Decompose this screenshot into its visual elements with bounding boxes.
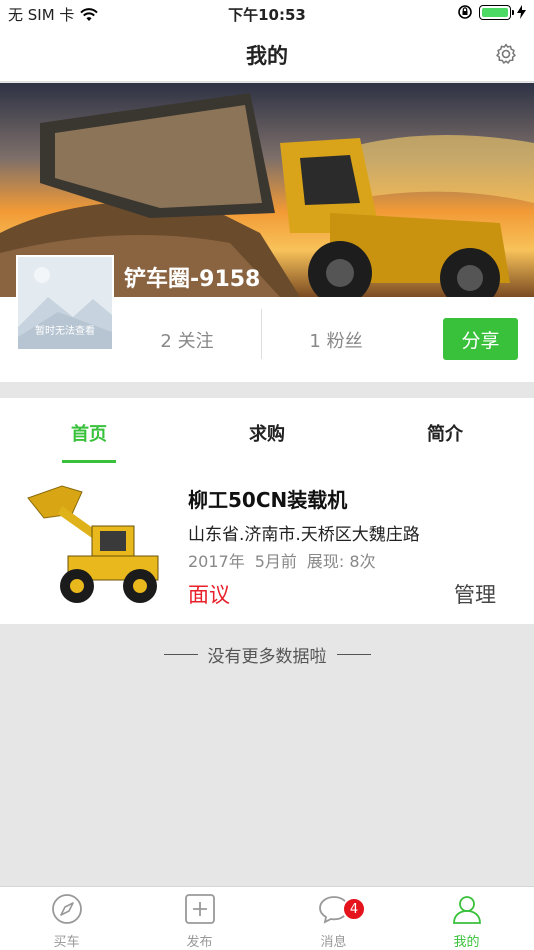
compass-icon bbox=[51, 894, 82, 924]
orientation-lock-icon bbox=[458, 5, 472, 19]
avatar-placeholder-text: 暂时无法查看 bbox=[35, 326, 95, 337]
tab-wanted[interactable]: 求购 bbox=[178, 420, 356, 446]
list-item[interactable]: 柳工50CN装载机 山东省.济南市.天桥区大魏庄路 2017年 5月前 展现: … bbox=[0, 466, 534, 624]
bottom-tab-bar: 买车 发布 消息 4 我的 bbox=[0, 886, 534, 950]
content-tabs: 首页 求购 简介 bbox=[0, 398, 534, 466]
tabbar-buy[interactable]: 买车 bbox=[0, 893, 133, 950]
divider-left bbox=[163, 653, 198, 656]
following-count[interactable]: 2 关注 bbox=[118, 327, 256, 353]
no-more-data: 没有更多数据啦 bbox=[0, 642, 534, 667]
tabbar-mine[interactable]: 我的 bbox=[400, 893, 533, 950]
followers-count[interactable]: 1 粉丝 bbox=[262, 327, 410, 353]
tabbar-publish[interactable]: 发布 bbox=[133, 893, 266, 950]
listing-price: 面议 bbox=[188, 583, 230, 607]
tab-home[interactable]: 首页 bbox=[0, 420, 178, 446]
listing-posted: 5月前 bbox=[254, 552, 297, 571]
profile-stats-row: 暂时无法查看 2 关注 1 粉丝 分享 bbox=[0, 255, 534, 382]
page-title: 我的 bbox=[246, 44, 288, 68]
tabbar-publish-label: 发布 bbox=[186, 935, 213, 950]
profile-name: 铲车圈-9158 bbox=[124, 267, 261, 292]
tabbar-buy-label: 买车 bbox=[53, 935, 80, 950]
tab-intro[interactable]: 简介 bbox=[356, 420, 534, 446]
status-right bbox=[457, 4, 526, 20]
listing-meta: 2017年 5月前 展现: 8次 bbox=[188, 548, 376, 572]
divider-right bbox=[336, 653, 371, 656]
manage-button[interactable]: 管理 bbox=[454, 579, 496, 609]
avatar[interactable]: 暂时无法查看 bbox=[16, 255, 114, 351]
nav-bar: 我的 bbox=[0, 28, 534, 82]
listing-address: 山东省.济南市.天桥区大魏庄路 bbox=[188, 525, 420, 545]
message-badge: 4 bbox=[342, 897, 366, 921]
listing-year: 2017年 bbox=[188, 552, 245, 571]
active-tab-indicator bbox=[62, 460, 116, 463]
share-button[interactable]: 分享 bbox=[443, 318, 518, 360]
tabbar-messages-label: 消息 bbox=[320, 935, 347, 950]
tabbar-messages[interactable]: 消息 bbox=[267, 893, 400, 950]
tabbar-mine-label: 我的 bbox=[453, 935, 480, 950]
listing-views: 展现: 8次 bbox=[306, 552, 376, 571]
plus-square-icon bbox=[184, 894, 215, 924]
battery-icon bbox=[479, 4, 514, 20]
gear-icon[interactable] bbox=[494, 42, 518, 66]
status-time: 下午10:53 bbox=[228, 6, 306, 24]
person-icon bbox=[452, 896, 481, 924]
status-bar: 无 SIM 卡 下午10:53 bbox=[0, 0, 534, 28]
listing-title: 柳工50CN装载机 bbox=[188, 488, 348, 512]
no-more-text: 没有更多数据啦 bbox=[207, 647, 327, 667]
loader-thumbnail bbox=[22, 476, 162, 612]
charging-icon bbox=[517, 5, 526, 19]
